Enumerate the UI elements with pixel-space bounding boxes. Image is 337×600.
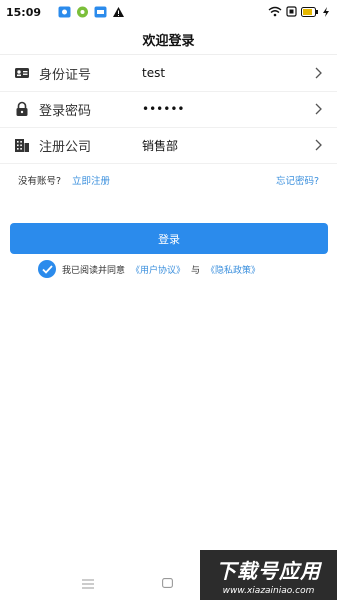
watermark-url-text: www.xiazainiao.com: [222, 585, 315, 596]
charging-icon: [323, 6, 329, 17]
company-label: 注册公司: [39, 139, 92, 155]
status-system-icons: [268, 6, 329, 17]
no-account-text: 没有账号?: [18, 176, 62, 187]
checkmark-icon: [41, 264, 53, 274]
account-links-row: 没有账号? 立即注册 忘记密码?: [0, 170, 337, 188]
app-notification-icon-3: [94, 6, 107, 18]
password-value[interactable]: ••••••: [142, 102, 184, 116]
menu-icon[interactable]: [82, 579, 94, 589]
user-agreement-link[interactable]: 《用户协议》: [131, 263, 185, 276]
page-title: 欢迎登录: [142, 33, 195, 49]
title-bar: 欢迎登录: [0, 24, 337, 55]
company-row[interactable]: 注册公司 销售部: [0, 127, 337, 164]
app-screen: 15:09 欢迎登录 身份证号 test 登录密码 •••••• 注册公司 销售…: [0, 0, 337, 600]
wifi-icon: [268, 6, 282, 17]
id-number-value[interactable]: test: [142, 66, 165, 80]
password-row[interactable]: 登录密码 ••••••: [0, 91, 337, 128]
home-icon[interactable]: [162, 578, 173, 588]
chevron-right-icon: [315, 139, 322, 151]
forgot-password-link[interactable]: 忘记密码?: [276, 173, 319, 187]
watermark-logo-text: 下载号应用: [216, 558, 321, 583]
building-icon: [15, 139, 29, 152]
login-button[interactable]: 登录: [10, 223, 328, 254]
agreement-and-text: 与: [191, 265, 201, 276]
site-watermark: 下载号应用 www.xiazainiao.com: [200, 550, 337, 600]
id-card-icon: [15, 68, 29, 78]
status-time: 15:09: [6, 6, 42, 19]
battery-icon: [301, 6, 318, 17]
agreement-checkbox[interactable]: [38, 260, 56, 278]
agreement-text: 我已阅读并同意: [62, 265, 126, 276]
app-notification-icon-2: [77, 6, 88, 18]
sim-card-icon: [286, 6, 297, 17]
privacy-policy-link[interactable]: 《隐私政策》: [206, 263, 260, 276]
status-bar: 15:09: [0, 0, 337, 24]
lock-icon: [16, 101, 28, 116]
app-notification-icon: [58, 6, 71, 18]
warning-icon: [113, 7, 124, 17]
chevron-right-icon: [315, 67, 322, 79]
id-number-row[interactable]: 身份证号 test: [0, 55, 337, 92]
chevron-right-icon: [315, 103, 322, 115]
company-value[interactable]: 销售部: [142, 137, 178, 154]
agreement-row: 我已阅读并同意 《用户协议》 与 《隐私政策》: [38, 259, 266, 279]
password-label: 登录密码: [39, 103, 92, 119]
status-notification-icons: [58, 6, 125, 18]
id-number-label: 身份证号: [39, 67, 92, 83]
register-link[interactable]: 立即注册: [72, 173, 110, 187]
